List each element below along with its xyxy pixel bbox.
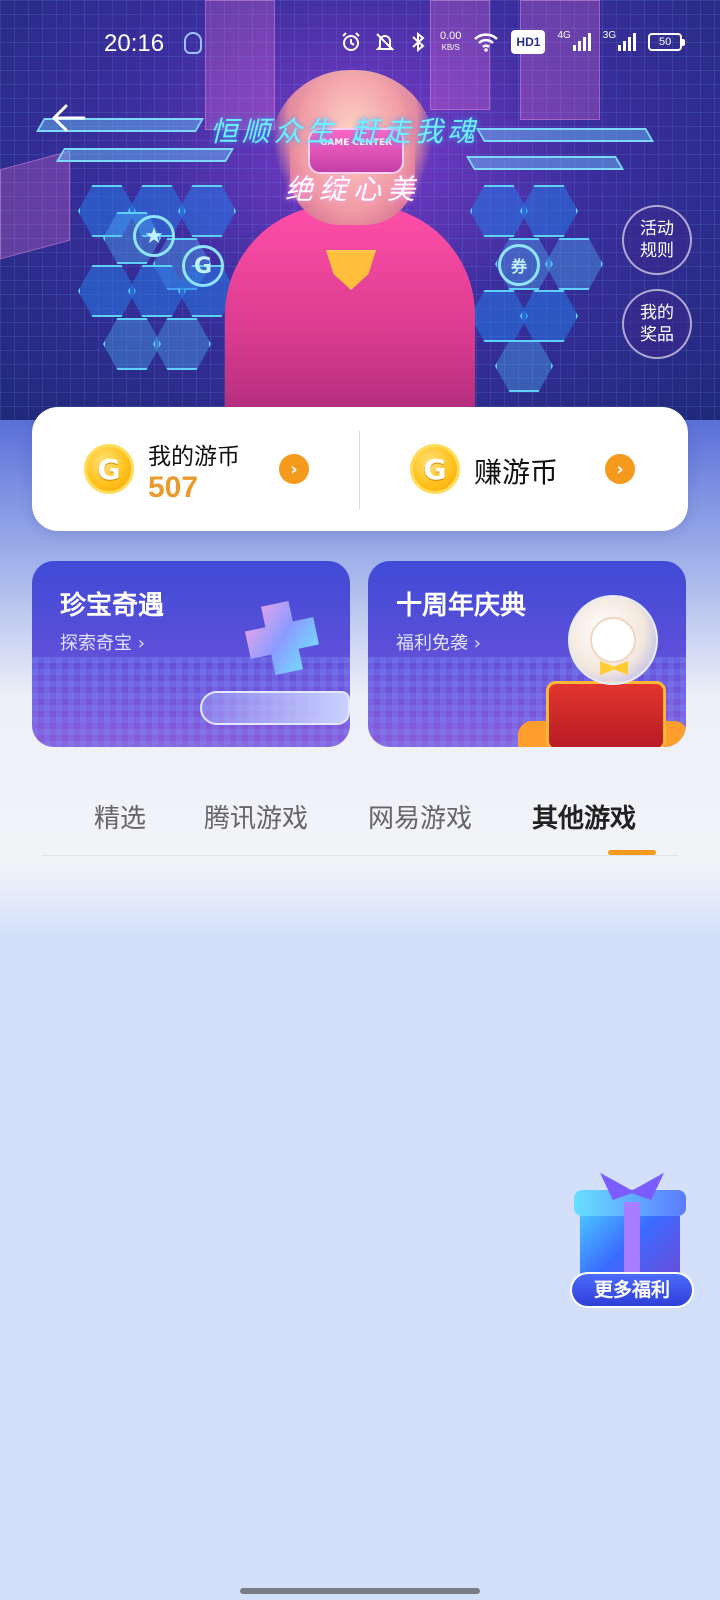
net-speed-value: 0.00: [440, 30, 462, 42]
activity-rules-label-line1: 活动: [640, 219, 674, 239]
activity-rules-label-line2: 规则: [640, 241, 674, 261]
chevron-right-icon: ›: [279, 454, 309, 484]
coin-icon: G: [410, 444, 460, 494]
tab-tencent-games[interactable]: 腾讯游戏: [204, 798, 308, 835]
hand-illustration: [200, 691, 350, 725]
activity-rules-button[interactable]: 活动 规则: [622, 205, 692, 275]
promo-title: 珍宝奇遇: [60, 591, 165, 621]
treasure-encounter-card[interactable]: 珍宝奇遇 探索奇宝 ›: [32, 561, 350, 747]
back-arrow-icon: [52, 104, 86, 132]
coin-icon: G: [84, 444, 134, 494]
signal-1-label: 4G: [557, 30, 571, 41]
promo-subtitle: 福利免袭 ›: [396, 633, 481, 654]
my-prizes-label-line1: 我的: [640, 303, 674, 323]
star-badge-icon: ★: [133, 215, 175, 257]
more-benefits-button[interactable]: 更多福利: [562, 1166, 702, 1312]
alarm-icon: [340, 30, 362, 54]
hd-badge: HD1: [511, 30, 546, 54]
more-benefits-label: 更多福利: [570, 1272, 694, 1308]
earn-coins-section[interactable]: G 赚游币 ›: [360, 407, 688, 531]
earn-coins-label: 赚游币: [474, 456, 559, 489]
net-speed-unit: KB/S: [441, 43, 460, 52]
back-button[interactable]: [48, 100, 92, 140]
battery-icon: 50: [648, 33, 686, 51]
promo-title: 十周年庆典: [396, 591, 527, 621]
hero-character-body: [225, 205, 475, 420]
my-coins-label: 我的游币: [148, 444, 240, 470]
red-gift-box-illustration: [546, 681, 666, 747]
tab-other-games[interactable]: 其他游戏: [532, 798, 636, 835]
mute-icon: [374, 30, 396, 54]
coin-card: G 我的游币 507 › G 赚游币 ›: [32, 407, 688, 531]
signal-icon: 3G: [602, 30, 637, 54]
hero-slogan-secondary: 绝绽心美: [285, 173, 422, 206]
g-badge-icon: G: [182, 245, 224, 287]
chevron-right-icon: ›: [605, 454, 635, 484]
promo-subtitle: 探索奇宝 ›: [60, 633, 145, 654]
wifi-icon: [473, 30, 499, 54]
tab-netease-games[interactable]: 网易游戏: [368, 798, 472, 835]
net-speed: 0.00 KB/S: [440, 30, 461, 54]
category-tabs: 精选 腾讯游戏 网易游戏 其他游戏: [42, 780, 678, 856]
my-prizes-label-line2: 奖品: [640, 325, 674, 345]
mascot-dog-illustration: [590, 617, 636, 663]
status-time: 20:16: [104, 30, 165, 57]
coupon-badge-icon: 券: [498, 244, 540, 286]
my-coins-value: 507: [148, 471, 199, 504]
hero-deco-stripe: [55, 148, 235, 162]
tab-featured[interactable]: 精选: [94, 798, 146, 835]
gift-ribbon: [624, 1202, 640, 1282]
hero-slogan: 恒顺众生 赶走我魂: [210, 115, 479, 148]
hero-deco-stripe: [465, 156, 625, 170]
home-indicator[interactable]: [240, 1588, 480, 1594]
hero-building: [0, 150, 70, 260]
bluetooth-icon: [408, 30, 428, 54]
active-tab-indicator: [608, 850, 656, 855]
my-coins-section[interactable]: G 我的游币 507 ›: [32, 407, 359, 531]
qq-icon: [184, 32, 202, 54]
signal-2-label: 3G: [602, 30, 617, 41]
status-icons: 0.00 KB/S HD1 4G 3G 50: [340, 30, 686, 54]
status-bar: 20:16 0.00 KB/S HD1 4G 3G 50: [0, 0, 720, 90]
signal-icon: 4G: [557, 30, 591, 54]
my-prizes-button[interactable]: 我的 奖品: [622, 289, 692, 359]
tenth-anniversary-card[interactable]: 十周年庆典 福利免袭 ›: [368, 561, 686, 747]
